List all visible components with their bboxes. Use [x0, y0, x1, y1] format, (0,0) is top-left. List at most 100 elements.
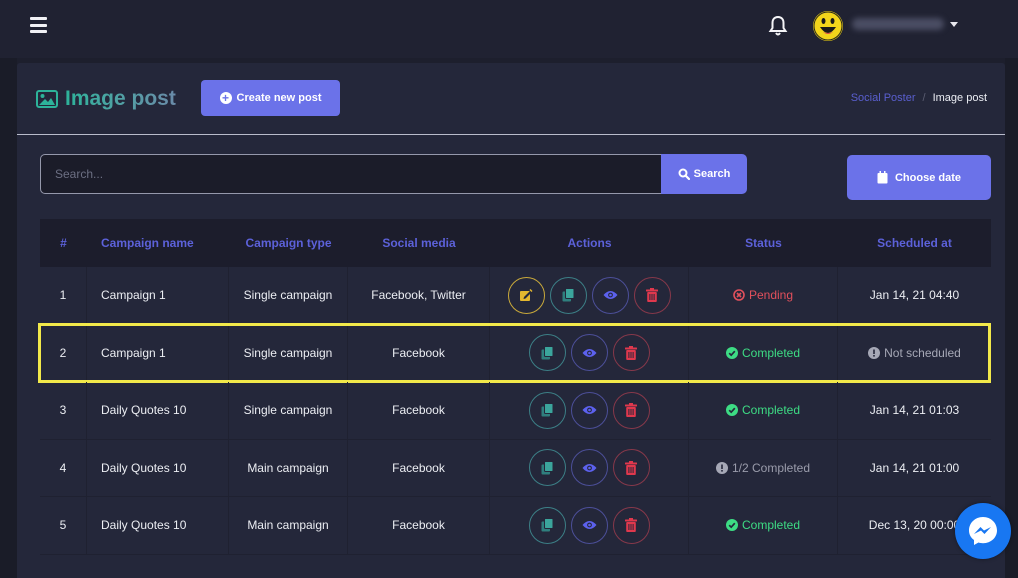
column-header-actions: Actions: [567, 236, 612, 250]
status-text: Completed: [741, 345, 801, 360]
table-row[interactable]: 1 Campaign 1 Single campaign Facebook, T…: [40, 267, 991, 325]
column-header-status[interactable]: Status: [689, 236, 838, 250]
column-header-campaign-type[interactable]: Campaign type: [229, 236, 348, 250]
campaign-type: Single campaign: [229, 382, 348, 439]
edit-icon: [519, 288, 533, 302]
copy-button[interactable]: [528, 506, 566, 544]
choose-date-button[interactable]: Choose date: [847, 155, 991, 200]
edit-button[interactable]: [507, 276, 545, 314]
campaign-type: Single campaign: [229, 324, 348, 381]
check-circle-icon: [725, 404, 738, 417]
delete-icon: [625, 345, 637, 360]
view-icon: [582, 405, 597, 415]
column-header-social-media[interactable]: Social media: [348, 236, 490, 250]
delete-button[interactable]: [612, 391, 650, 429]
breadcrumb-social-poster[interactable]: Social Poster: [851, 92, 916, 104]
view-icon: [603, 290, 618, 300]
status-badge: Completed: [725, 345, 801, 360]
status-cell: Completed: [689, 324, 838, 381]
scheduled-cell: Jan 14, 21 01:00: [838, 440, 991, 497]
view-button[interactable]: [570, 449, 608, 487]
row-number: 2: [40, 324, 87, 381]
delete-button[interactable]: [612, 449, 650, 487]
delete-icon: [625, 403, 637, 418]
table-header: # Campaign name Campaign type Social med…: [40, 219, 991, 267]
copy-icon: [562, 288, 575, 302]
table-row[interactable]: 4 Daily Quotes 10 Main campaign Facebook…: [40, 439, 991, 497]
status-text: Completed: [741, 518, 801, 533]
view-icon: [582, 348, 597, 358]
check-circle-icon: [725, 519, 738, 532]
copy-button[interactable]: [528, 334, 566, 372]
copy-icon: [541, 345, 554, 360]
view-icon: [582, 520, 597, 530]
avatar[interactable]: [813, 11, 843, 41]
social-media: Facebook, Twitter: [348, 267, 490, 324]
content-card: Image post + Create new post Social Post…: [17, 63, 1005, 578]
view-icon: [582, 463, 597, 473]
copy-button[interactable]: [528, 391, 566, 429]
title-group: Image post: [36, 87, 176, 111]
campaign-name: Daily Quotes 10: [87, 439, 229, 496]
search-button[interactable]: Search: [661, 154, 747, 194]
copy-button[interactable]: [528, 449, 566, 487]
status-cell: Completed: [689, 497, 838, 554]
table-row[interactable]: 2 Campaign 1 Single campaign Facebook Co…: [38, 322, 991, 382]
scheduled-text: Not scheduled: [884, 345, 961, 360]
row-number: 3: [40, 382, 87, 439]
view-button[interactable]: [570, 334, 608, 372]
scrollbar-track[interactable]: [1005, 58, 1018, 578]
status-badge: 1/2 Completed: [715, 461, 810, 475]
create-new-post-button[interactable]: + Create new post: [201, 80, 340, 116]
campaign-table: # Campaign name Campaign type Social med…: [38, 219, 991, 555]
action-buttons: [528, 506, 650, 544]
column-header-campaign-name[interactable]: Campaign name: [87, 236, 229, 250]
hamburger-icon[interactable]: [30, 17, 47, 33]
scheduled-at: Jan 14, 21 04:40: [869, 288, 960, 303]
campaign-type: Single campaign: [229, 267, 348, 324]
scheduled-cell: Jan 14, 21 01:03: [838, 382, 991, 439]
action-buttons: [528, 334, 650, 372]
copy-button[interactable]: [549, 276, 587, 314]
actions-cell: [490, 497, 689, 554]
delete-button[interactable]: [612, 506, 650, 544]
status-text: Completed: [741, 403, 801, 418]
page-header: Image post + Create new post Social Post…: [17, 63, 1005, 135]
bell-icon[interactable]: [768, 15, 788, 37]
row-number: 5: [40, 497, 87, 554]
search-button-label: Search: [693, 168, 731, 180]
image-icon: [36, 90, 58, 108]
scheduled-at: Dec 13, 20 00:00: [868, 518, 961, 533]
x-circle-icon: [733, 289, 745, 302]
actions-cell: [490, 439, 689, 496]
campaign-name: Campaign 1: [87, 267, 229, 324]
delete-button[interactable]: [633, 276, 671, 314]
campaign-type: Main campaign: [229, 497, 348, 554]
actions-cell: [490, 267, 689, 324]
breadcrumb-separator: /: [922, 92, 926, 104]
check-circle-icon: [725, 346, 738, 359]
status-cell: Pending: [689, 267, 838, 324]
status-text: Pending: [748, 288, 794, 303]
choose-date-label: Choose date: [894, 171, 961, 184]
view-button[interactable]: [591, 276, 629, 314]
table-row[interactable]: 5 Daily Quotes 10 Main campaign Facebook…: [40, 497, 991, 555]
breadcrumb: Social Poster / Image post: [851, 92, 987, 104]
campaign-name: Daily Quotes 10: [87, 382, 229, 439]
copy-icon: [541, 460, 554, 475]
username[interactable]: [852, 18, 944, 30]
delete-button[interactable]: [612, 334, 650, 372]
view-button[interactable]: [570, 506, 608, 544]
social-media: Facebook: [348, 382, 490, 439]
not-scheduled: Not scheduled: [868, 346, 961, 360]
caret-down-icon[interactable]: [950, 22, 958, 27]
view-button[interactable]: [570, 391, 608, 429]
column-header-number[interactable]: #: [40, 236, 87, 250]
action-buttons: [507, 276, 671, 314]
info-circle-icon: [868, 346, 881, 359]
top-bar: [0, 0, 1018, 58]
column-header-scheduled-at[interactable]: Scheduled at: [838, 236, 991, 250]
messenger-icon[interactable]: [955, 503, 1011, 559]
search-input[interactable]: [40, 154, 661, 194]
table-row[interactable]: 3 Daily Quotes 10 Single campaign Facebo…: [40, 382, 991, 440]
